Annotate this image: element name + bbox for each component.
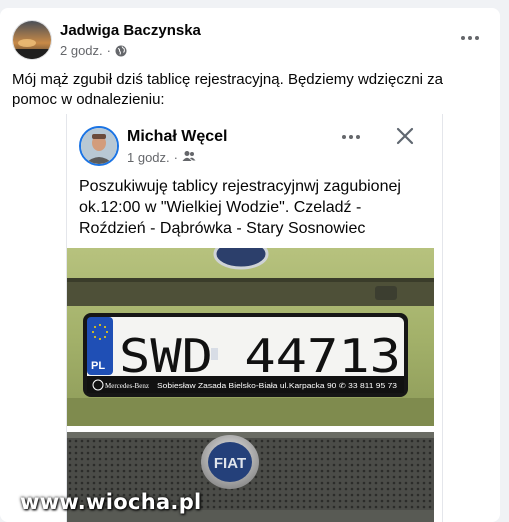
license-plate-photo[interactable]: PL SWD 44713 Mercedes-Benz Sobiesław Zas… [67,248,434,426]
fiat-badge: FIAT [214,455,246,472]
shared-post-text: Poszukiwuję tablicy rejestracyjnwj zagub… [79,178,401,237]
shared-more-options-button[interactable] [339,130,363,144]
shared-post-time[interactable]: 1 godz. [127,150,170,165]
more-horizontal-icon [461,36,465,40]
shared-post: Michał Węcel 1 godz. · Poszukiwuję tabli… [66,114,443,522]
post-meta: 2 godz. · [60,43,127,58]
dealer-logo: Mercedes-Benz [105,382,149,390]
author-avatar[interactable] [12,20,52,60]
dealer-line: Sobiesław Zasada Bielsko-Biała ul.Karpac… [157,382,397,390]
more-horizontal-icon [342,135,346,139]
friends-icon [182,150,196,165]
watermark: www.wiocha.pl [20,490,202,514]
post-card: Jadwiga Baczynska 2 godz. · Mój mąż zgub… [0,8,500,522]
shared-author-avatar[interactable] [79,126,119,166]
separator-dot: · [106,43,111,58]
plate-number: SWD 44713 [119,329,401,383]
shared-post-meta: 1 godz. · [127,150,196,165]
post-header: Jadwiga Baczynska 2 godz. · [12,20,488,62]
shared-author-name[interactable]: Michał Węcel [127,128,227,146]
globe-icon [115,45,127,57]
author-name[interactable]: Jadwiga Baczynska [60,22,201,39]
shared-post-header: Michał Węcel 1 godz. · [79,122,429,166]
more-options-button[interactable] [456,28,484,48]
post-text: Mój mąż zgubił dziś tablicę rejestracyjn… [12,71,444,108]
close-icon[interactable] [393,124,417,148]
post-time[interactable]: 2 godz. [60,43,103,58]
svg-text:PL: PL [91,360,105,372]
separator-dot: · [173,150,178,165]
